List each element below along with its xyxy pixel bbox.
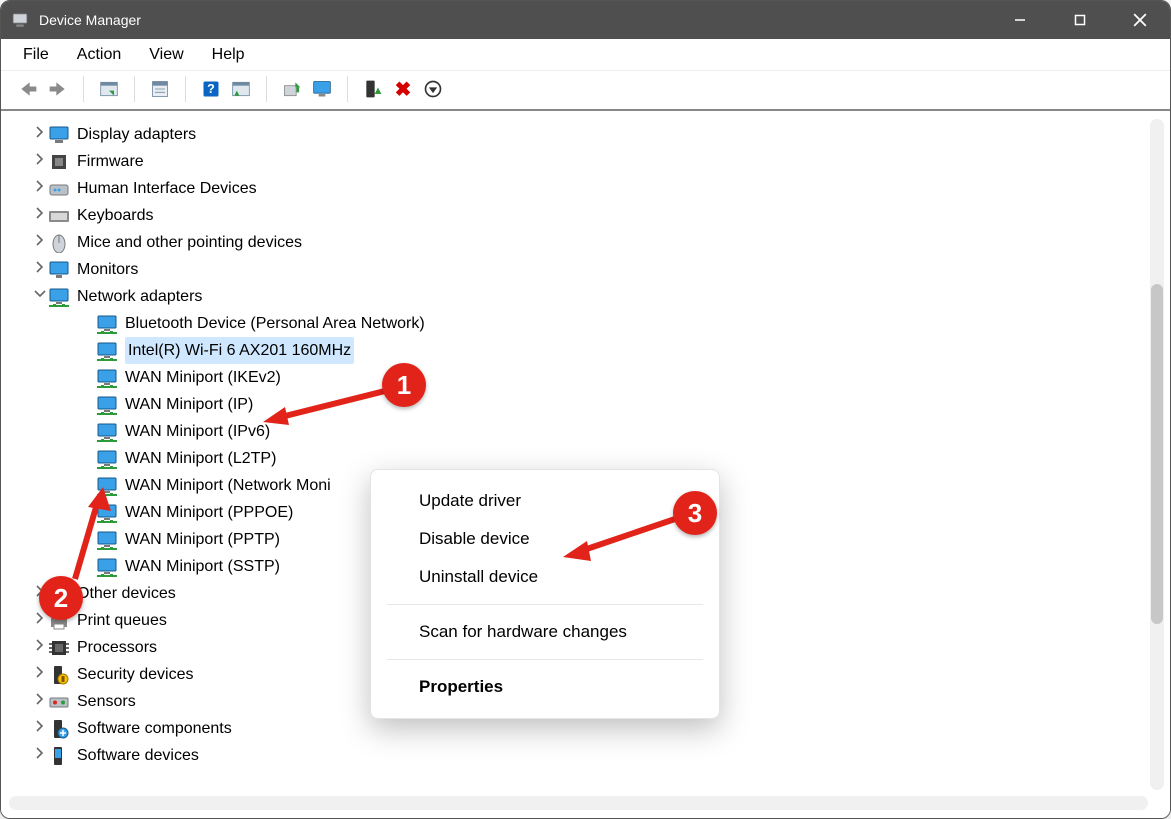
minimize-button[interactable] [990,1,1050,39]
update-driver-button[interactable] [277,76,307,102]
show-hidden-button[interactable] [94,76,124,102]
toolbar: ? ✖ [1,71,1170,111]
maximize-button[interactable] [1050,1,1110,39]
menu-help[interactable]: Help [198,42,259,68]
down-button[interactable] [418,76,448,102]
svg-text:?: ? [207,82,215,96]
window-title: Device Manager [39,12,141,28]
menu-file[interactable]: File [9,42,63,68]
menu-action[interactable]: Action [63,42,135,68]
close-button[interactable] [1110,1,1170,39]
device-manager-window: Device Manager File Action View Help [0,0,1171,819]
properties-button[interactable] [145,76,175,102]
titlebar: Device Manager [1,1,1170,39]
forward-button[interactable] [43,76,73,102]
menubar: File Action View Help [1,39,1170,71]
annotation-badge-2: 2 [39,576,83,620]
scan-hardware-button[interactable] [226,76,256,102]
menu-view[interactable]: View [135,42,197,68]
monitor-button[interactable] [307,76,337,102]
help-button[interactable]: ? [196,76,226,102]
app-icon [11,11,29,29]
annotation-badge-3: 3 [673,491,717,535]
back-button[interactable] [13,76,43,102]
uninstall-device-button[interactable]: ✖ [388,76,418,102]
enable-device-button[interactable] [358,76,388,102]
content-area: Display adaptersFirmwareHuman Interface … [1,111,1170,818]
annotation-arrows [3,117,1163,818]
annotation-badge-1: 1 [382,363,426,407]
